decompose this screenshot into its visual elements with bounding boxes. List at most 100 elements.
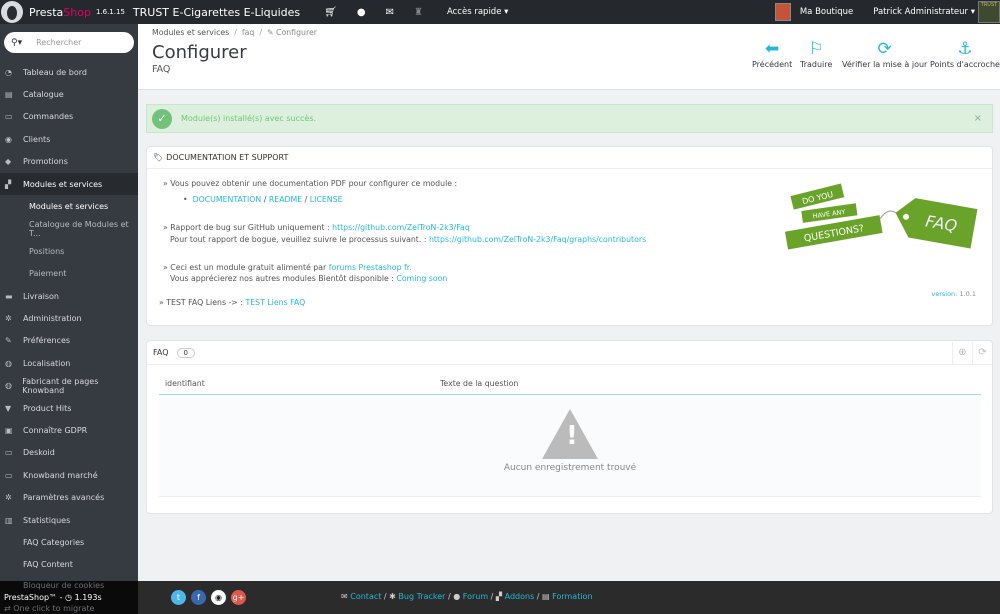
search-input[interactable]: ⚲▾ Rechercher xyxy=(4,32,134,53)
breadcrumb-faq[interactable]: faq xyxy=(242,28,254,37)
prestashop-logo[interactable] xyxy=(1,1,23,23)
sidebar-item[interactable]: ▭ Commandes xyxy=(0,106,138,128)
sidebar-item[interactable]: ◆ Promotions xyxy=(0,151,138,173)
more-text: Vous apprécierez nos autres modules Bien… xyxy=(170,274,448,283)
page-header: Modules et services / faq / ✎ Configurer Con… xyxy=(138,24,1000,90)
sidebar-item[interactable]: FAQ Categories xyxy=(0,531,138,553)
sidebar-item[interactable]: ▭ Deskoid xyxy=(0,442,138,464)
google-plus-icon[interactable]: g+ xyxy=(231,590,246,605)
clock-icon: ◷ xyxy=(65,593,75,602)
sidebar-item[interactable]: ▞ Modules et services xyxy=(0,172,138,196)
sidebar-item-label: Catalogue xyxy=(23,90,64,100)
puzzle-icon: ▞ xyxy=(5,179,12,189)
github-icon[interactable]: ◉ xyxy=(211,590,226,605)
test-text: » TEST FAQ Liens -> : TEST Liens FAQ xyxy=(159,298,306,307)
employee-avatar[interactable]: TRUST xyxy=(978,1,1000,23)
refresh-icon[interactable]: ⟳ xyxy=(972,341,992,364)
flag-icon: ⚐ xyxy=(808,39,824,59)
panel-heading: FAQ 0 ⊕ ⟳ xyxy=(147,341,992,365)
sidebar-item[interactable]: ◍ Localisation xyxy=(0,352,138,374)
lock-icon: ▣ xyxy=(5,425,13,435)
sidebar-item[interactable]: ◔ Tableau de bord xyxy=(0,61,138,83)
bug-tracker-link[interactable]: Bug Tracker xyxy=(398,592,445,601)
page-subtitle: FAQ xyxy=(152,64,171,75)
forum-link[interactable]: Forum xyxy=(463,592,488,601)
sidebar-item[interactable]: ▣ Connaître GDPR xyxy=(0,419,138,441)
hooks-button[interactable]: ⚓ Points d'accroche xyxy=(930,38,1000,69)
version: 1.6.1.15 xyxy=(95,8,125,16)
add-icon[interactable]: ⊕ xyxy=(952,341,972,364)
user-menu[interactable]: Patrick Administrateur ▾ xyxy=(873,7,975,17)
sidebar-item-label: Fabricant de pages Knowband xyxy=(22,376,99,395)
truck-icon: ▬ xyxy=(5,291,13,301)
user-icon[interactable]: ● xyxy=(357,7,366,18)
bar-chart-icon: ▥ xyxy=(5,515,13,525)
translate-button[interactable]: ⚐ Traduire xyxy=(800,38,832,69)
shop-avatar[interactable] xyxy=(774,3,791,21)
contributors-link[interactable]: https://github.com/ZelTroN-2k3/Faq/graph… xyxy=(429,235,646,244)
addons-link[interactable]: Addons xyxy=(505,592,535,601)
book-icon: ▤ xyxy=(5,90,13,100)
column-header-question[interactable]: Texte de la question xyxy=(440,379,518,388)
sidebar-item[interactable]: ◉ Clients xyxy=(0,128,138,150)
documentation-link[interactable]: DOCUMENTATION xyxy=(193,195,262,204)
sidebar-item[interactable]: ▤ Catalogue xyxy=(0,83,138,105)
wrench-icon: ✎ xyxy=(266,28,276,37)
top-bar: PrestaShop 1.6.1.15 TRUST E-Cigarettes E… xyxy=(0,0,1000,24)
exchange-icon: ⇄ xyxy=(4,604,14,613)
quick-access-menu[interactable]: Accès rapide ▾ xyxy=(447,7,508,17)
readme-link[interactable]: README xyxy=(269,195,302,204)
sidebar-item[interactable]: ✲ Paramètres avancés xyxy=(0,486,138,508)
sidebar-item[interactable]: ▥ Statistiques xyxy=(0,509,138,531)
cart-icon[interactable]: 🛒︎ xyxy=(324,7,337,18)
training-link[interactable]: Formation xyxy=(552,592,592,601)
search-icon[interactable]: ⚲▾ xyxy=(11,38,22,48)
coming-soon-link[interactable]: Coming soon xyxy=(396,274,447,283)
submenu-item[interactable]: Catalogue de Modules et T... xyxy=(0,217,138,241)
sidebar-item-cookies[interactable]: Bloqueur de cookies xyxy=(23,581,104,590)
facebook-icon[interactable]: f xyxy=(191,590,206,605)
sidebar-item-label: Modules et services xyxy=(23,179,103,189)
github-link[interactable]: https://github.com/ZelTroN-2k3/Faq xyxy=(332,223,470,232)
warning-icon: ! xyxy=(542,409,598,459)
doc-links: • DOCUMENTATION / README / LICENSE xyxy=(183,195,343,204)
close-icon[interactable]: × xyxy=(974,113,982,124)
sidebar-item[interactable]: ✲ Administration xyxy=(0,307,138,329)
forums-link[interactable]: forums Prestashop fr. xyxy=(329,263,412,272)
breadcrumb-modules[interactable]: Modules et services xyxy=(152,28,229,37)
footer: Bloqueur de cookies PrestaShop™ - ◷ 1.19… xyxy=(0,581,1000,614)
sidebar-item-migrate[interactable]: One click to migrate xyxy=(13,604,94,613)
submenu-item[interactable]: Paiement xyxy=(0,262,138,285)
sidebar-item[interactable]: ▭ Knowband marché xyxy=(0,464,138,486)
sidebar-item[interactable]: ✎ Préférences xyxy=(0,330,138,352)
breadcrumb-current: Configurer xyxy=(276,28,317,37)
submenu-item[interactable]: Modules et services xyxy=(0,195,138,218)
license-link[interactable]: LICENSE xyxy=(310,195,343,204)
footer-links: ✉ Contact / ✱ Bug Tracker / ● Forum / ▞ … xyxy=(341,592,593,601)
back-button[interactable]: ⬅ Précédent xyxy=(752,38,792,69)
trophy-icon[interactable]: ♜ xyxy=(414,7,423,18)
breadcrumb: Modules et services / faq / ✎ Configurer xyxy=(152,28,317,37)
puzzle-icon: ▞ xyxy=(495,592,503,601)
envelope-icon: ✉ xyxy=(341,592,348,601)
sidebar-item-label: Tableau de bord xyxy=(23,67,87,77)
twitter-icon[interactable]: t xyxy=(171,590,186,605)
column-header-id[interactable]: identifiant xyxy=(165,379,205,388)
sidebar-item-label: Deskoid xyxy=(23,448,55,458)
sidebar-item[interactable]: ▬ Livraison xyxy=(0,285,138,307)
sidebar-item[interactable]: ▼ Product Hits xyxy=(0,397,138,419)
anchor-icon: ⚓ xyxy=(957,39,973,59)
tag-icon: ◆ xyxy=(5,157,12,167)
submenu-item[interactable]: Positions xyxy=(0,240,138,263)
test-faq-link[interactable]: TEST Liens FAQ xyxy=(245,298,305,307)
check-update-button[interactable]: ⟳ Vérifier la mise à jour xyxy=(842,38,927,69)
my-shop-link[interactable]: Ma Boutique xyxy=(800,7,853,17)
envelope-icon[interactable]: ✉ xyxy=(386,7,394,18)
sidebar-item[interactable]: ◍ Fabricant de pages Knowband xyxy=(0,374,138,396)
sidebar-item[interactable]: FAQ Content xyxy=(0,554,138,576)
sidebar: ⚲▾ Rechercher ◔ Tableau de bord ▤ Catalogue ▭… xyxy=(0,24,138,614)
sidebar-item-label: Paramètres avancés xyxy=(23,493,105,503)
globe-icon: ◍ xyxy=(5,358,12,368)
contact-link[interactable]: Contact xyxy=(350,592,381,601)
shop-name[interactable]: TRUST E-Cigarettes E-Liquides xyxy=(133,6,300,19)
